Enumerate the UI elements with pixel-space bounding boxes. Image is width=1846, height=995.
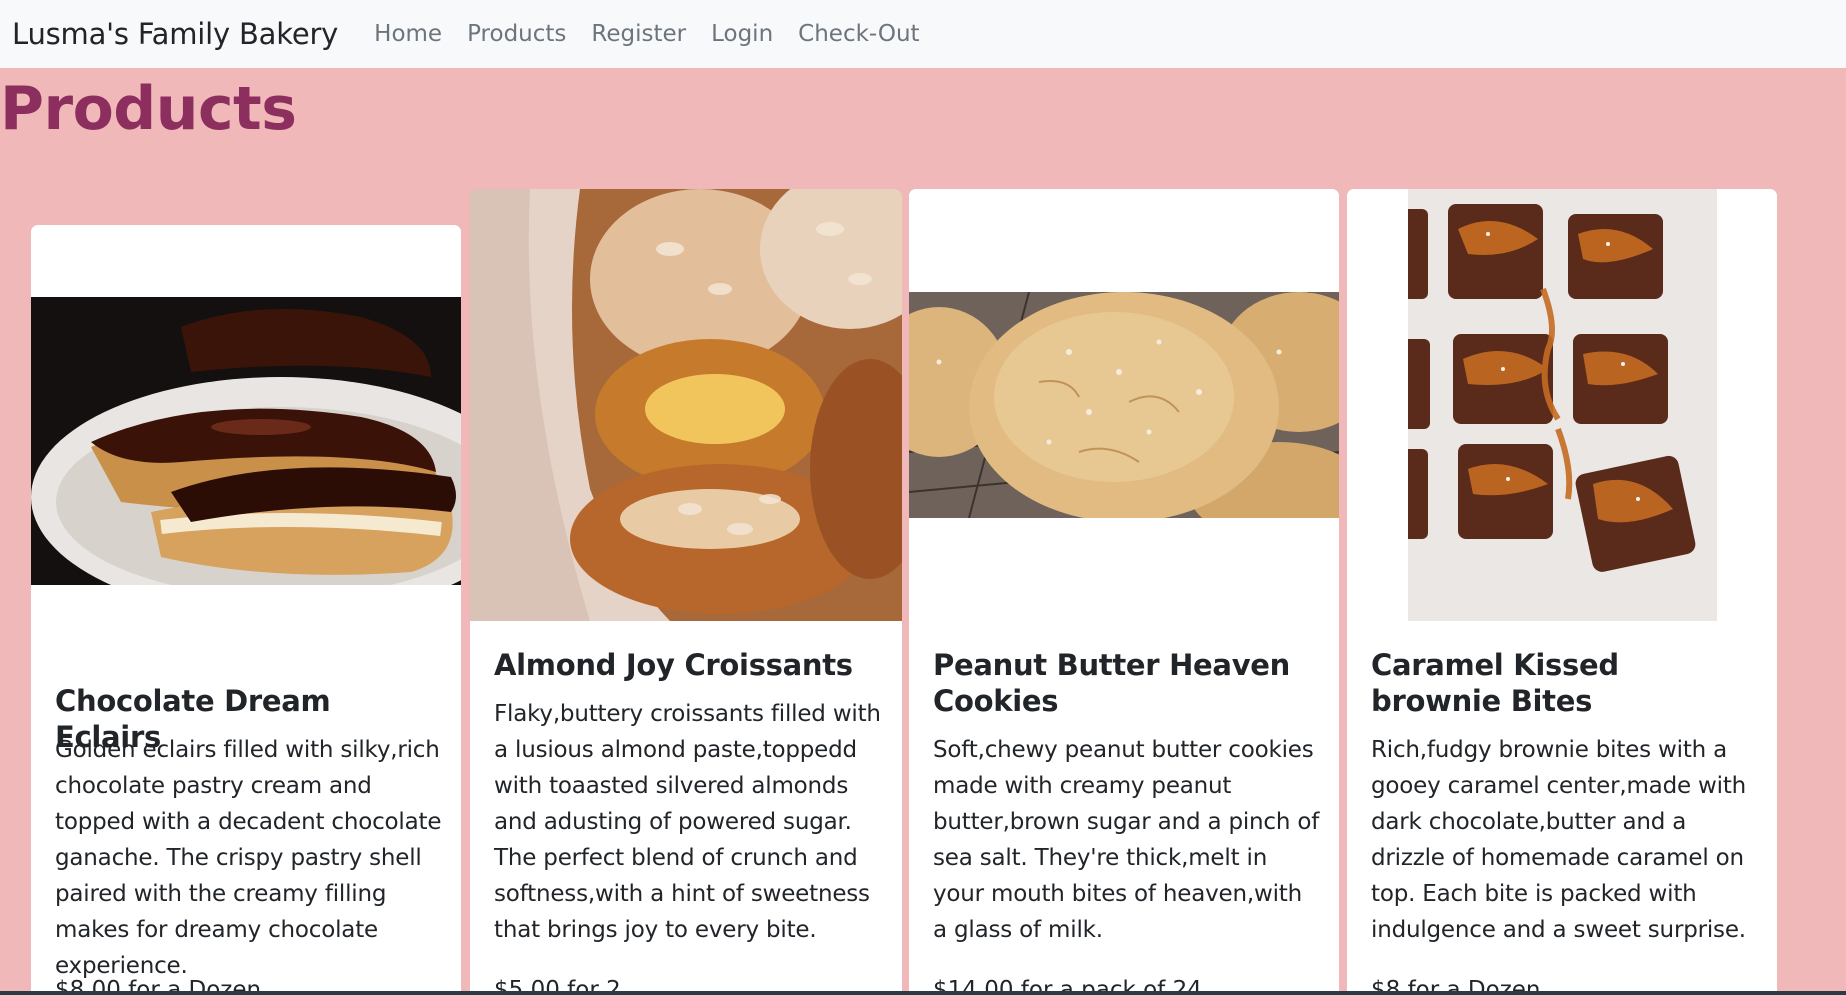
product-title: Peanut Butter Heaven Cookies <box>933 648 1291 718</box>
brownie-photo <box>1408 189 1717 621</box>
navbar: Lusma's Family Bakery Home Products Regi… <box>0 0 1846 68</box>
brand-logo[interactable]: Lusma's Family Bakery <box>12 17 338 51</box>
product-description: Rich,fudgy brownie bites with a gooey ca… <box>1371 737 1747 943</box>
product-title: Almond Joy Croissants <box>494 648 853 682</box>
product-card-brownies: Caramel Kissed brownie Bites Rich,fudgy … <box>1347 189 1777 995</box>
cookie-photo <box>909 292 1339 518</box>
nav-link-login[interactable]: Login <box>711 21 773 47</box>
croissant-photo <box>470 189 902 621</box>
product-title: Caramel Kissed brownie Bites <box>1371 648 1619 718</box>
product-card-eclairs: Chocolate Dream Eclairs Golden eclairs f… <box>31 225 461 995</box>
product-card-croissants: Almond Joy Croissants Flaky,buttery croi… <box>470 189 902 995</box>
nav-link-register[interactable]: Register <box>591 21 686 47</box>
nav-link-checkout[interactable]: Check-Out <box>798 21 919 47</box>
product-description: Soft,chewy peanut butter cookies made wi… <box>933 737 1320 943</box>
window-bottom-edge <box>0 991 1846 995</box>
nav-link-home[interactable]: Home <box>374 21 442 47</box>
product-description: Golden eclairs filled with silky,rich ch… <box>55 737 442 979</box>
product-card-cookies: Peanut Butter Heaven Cookies Soft,chewy … <box>909 189 1339 995</box>
product-description: Flaky,buttery croissants filled with a l… <box>494 701 881 943</box>
page-title: Products <box>0 74 297 144</box>
eclair-photo <box>31 297 461 585</box>
nav-link-products[interactable]: Products <box>467 21 566 47</box>
